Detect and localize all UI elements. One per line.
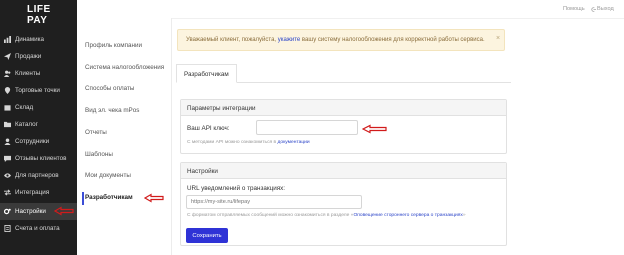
sidebar-item-partners[interactable]: Для партнеров [0,167,77,184]
sidebar-item-label: Клиенты [15,70,41,77]
annotation-arrow-icon [54,206,74,216]
sidebar-item-label: Счета и оплата [15,225,60,232]
logout-label: Выход [597,6,614,12]
notification-hint-end: » [462,213,466,218]
annotation-arrow-icon [144,193,164,203]
sidebar-item-billing[interactable]: Счета и оплата [0,220,77,237]
notification-hint-text: С форматом отправляемых сообщений можно … [187,213,354,218]
sidebar-item-clients[interactable]: Клиенты [0,65,77,82]
box-icon [3,104,11,112]
help-link[interactable]: Помощь [563,6,585,12]
tax-warning-alert: Уважаемый клиент, пожалуйста, укажите ва… [177,29,505,51]
sidebar-item-label: Торговые точки [15,87,60,94]
submenu-item-mpos-receipt[interactable]: Вид эл. чека mPos [85,107,139,114]
notification-docs-link[interactable]: Оповещение стороннего сервера о транзакц… [353,213,462,218]
swap-icon [3,189,11,197]
sidebar-item-label: Склад [15,104,34,111]
send-icon [3,53,11,61]
eye-icon [3,172,11,180]
sidebar-item-label: Интеграция [15,189,50,196]
logout-link[interactable]: Выход [591,6,614,12]
alert-text-after: вашу систему налогообложения для коррект… [301,37,485,43]
alert-text-before: Уважаемый клиент, пожалуйста, [186,37,277,43]
chart-icon [3,36,11,44]
users-icon [3,70,11,78]
logo-line-1: LIFE [27,4,51,15]
submenu-active-indicator [82,192,84,205]
api-docs-hint-text: С методами API можно ознакомиться в [187,140,277,145]
submenu-item-templates[interactable]: Шаблоны [85,151,113,158]
staff-icon [3,138,11,146]
gears-icon [3,208,11,216]
submenu-item-company-profile[interactable]: Профиль компании [85,42,142,49]
topbar-divider [172,18,624,19]
submenu-item-reports[interactable]: Отчеты [85,129,107,136]
map-pin-icon [3,87,11,95]
close-icon[interactable]: × [496,35,500,42]
sidebar-item-stores[interactable]: Торговые точки [0,82,77,99]
notification-url-label: URL уведомлений о транзакциях: [187,185,286,192]
sidebar-item-integration[interactable]: Интеграция [0,184,77,201]
integration-panel-title: Параметры интеграции [181,100,506,116]
sidebar-item-label: Для партнеров [15,172,59,179]
sidebar-item-label: Каталог [15,121,38,128]
alert-specify-link[interactable]: укажите [278,37,300,43]
tab-developers[interactable]: Разработчикам [176,64,237,83]
sidebar-item-label: Настройки [15,208,46,215]
logo-line-2: PAY [27,15,48,26]
main-sidebar: LIFE PAY Динамика Продажи Клиенты Торгов… [0,0,77,255]
sidebar-item-label: Сотрудники [15,138,50,145]
folder-icon [3,121,11,129]
submenu-item-tax-system[interactable]: Система налогообложения [85,64,164,71]
api-key-input[interactable] [256,120,358,135]
api-docs-hint: С методами API можно ознакомиться в доку… [187,140,310,145]
sidebar-item-label: Динамика [15,36,45,43]
submenu-item-payment-methods[interactable]: Способы оплаты [85,85,134,92]
lifepay-logo[interactable]: LIFE PAY [27,4,53,26]
sidebar-item-label: Отзывы клиентов [15,155,67,162]
api-docs-link[interactable]: документации [278,140,310,145]
settings-submenu: Профиль компании Система налогообложения… [77,18,172,255]
invoice-icon [3,225,11,233]
sidebar-item-sales[interactable]: Продажи [0,48,77,65]
sidebar-item-warehouse[interactable]: Склад [0,99,77,116]
logout-icon [591,6,596,12]
notification-url-input[interactable] [186,195,362,209]
submenu-item-developers[interactable]: Разработчикам [85,194,133,201]
api-key-label: Ваш API ключ: [187,125,230,132]
sidebar-item-label: Продажи [15,53,42,60]
sidebar-item-dynamics[interactable]: Динамика [0,31,77,48]
annotation-arrow-icon [362,124,387,134]
sidebar-item-catalog[interactable]: Каталог [0,116,77,133]
submenu-item-my-documents[interactable]: Мои документы [85,172,131,179]
save-button[interactable]: Сохранить [186,228,228,243]
settings-panel-title: Настройки [181,163,506,179]
chat-icon [3,155,11,163]
notification-format-hint: С форматом отправляемых сообщений можно … [187,213,466,218]
sidebar-item-staff[interactable]: Сотрудники [0,133,77,150]
sidebar-item-reviews[interactable]: Отзывы клиентов [0,150,77,167]
